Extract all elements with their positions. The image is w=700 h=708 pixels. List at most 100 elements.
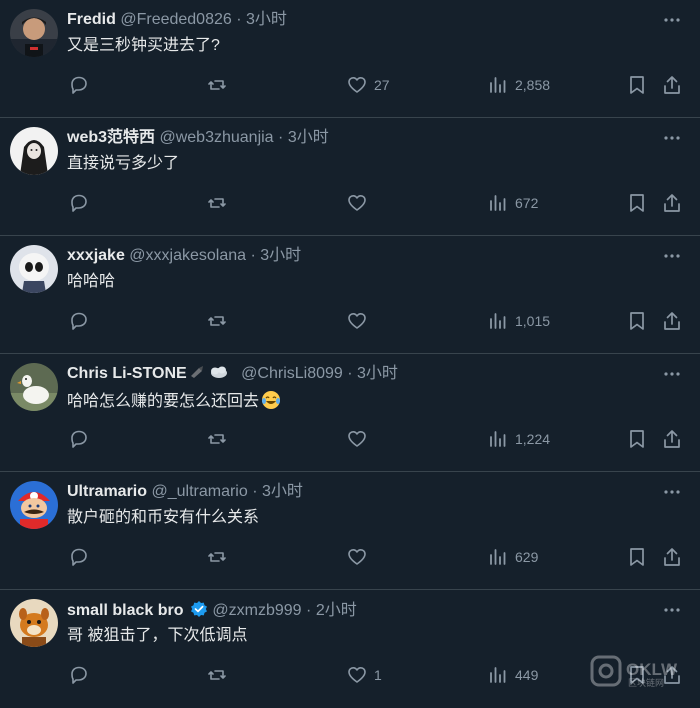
name-emoji-icons xyxy=(189,364,237,380)
reply-button[interactable] xyxy=(68,664,90,686)
views-button[interactable]: 629 xyxy=(487,546,538,568)
user-handle[interactable]: @_ultramario xyxy=(151,483,247,500)
user-handle[interactable]: @zxmzb999 xyxy=(212,602,301,619)
reply-icon xyxy=(71,312,87,330)
watermark-logo: OKLW 区块链网 xyxy=(590,653,698,689)
user-handle[interactable]: @ChrisLi8099 xyxy=(241,365,343,382)
like-button[interactable] xyxy=(346,192,374,214)
retweet-button[interactable] xyxy=(206,74,228,96)
like-button[interactable] xyxy=(346,310,374,332)
share-button[interactable] xyxy=(661,546,683,568)
display-name[interactable]: xxxjake xyxy=(67,247,125,264)
tweet[interactable]: Fredid @Freeded0826 · 3小时 又是三秒钟买进去了? 27 … xyxy=(0,0,700,118)
timestamp[interactable]: 3小时 xyxy=(288,129,329,146)
user-handle[interactable]: @web3zhuanjia xyxy=(159,129,273,146)
views-button[interactable]: 2,858 xyxy=(487,74,550,96)
retweet-button[interactable] xyxy=(206,192,228,214)
like-count: 1 xyxy=(374,667,382,683)
views-icon xyxy=(490,431,506,447)
separator-dot: · xyxy=(306,602,312,619)
tweet-text: 又是三秒钟买进去了? xyxy=(67,37,220,54)
view-count: 2,858 xyxy=(515,77,551,93)
separator-dot: · xyxy=(252,483,258,500)
share-button[interactable] xyxy=(661,74,683,96)
action-bar: 1,015 xyxy=(0,310,700,332)
bookmark-button[interactable] xyxy=(626,310,648,332)
like-icon xyxy=(348,195,366,211)
bookmark-button[interactable] xyxy=(626,74,648,96)
views-button[interactable]: 672 xyxy=(487,192,538,214)
display-name[interactable]: Chris Li-STONE xyxy=(67,365,187,382)
tweet-header: Fredid @Freeded0826 · 3小时 xyxy=(67,10,287,30)
bookmark-button[interactable] xyxy=(626,428,648,450)
user-handle[interactable]: @xxxjakesolana xyxy=(129,247,246,264)
bookmark-button[interactable] xyxy=(626,546,648,568)
tweet[interactable]: Chris Li-STONE @ChrisLi8099 · 3小时 哈哈怎么赚的… xyxy=(0,354,700,472)
view-count: 672 xyxy=(515,195,539,211)
action-bar: 27 2,858 xyxy=(0,74,700,96)
reply-icon xyxy=(71,430,87,448)
tweet-text: 哈哈哈 xyxy=(67,273,116,290)
avatar[interactable] xyxy=(10,127,58,175)
avatar[interactable] xyxy=(10,599,58,647)
user-handle[interactable]: @Freeded0826 xyxy=(120,11,231,28)
timestamp[interactable]: 3小时 xyxy=(246,11,287,28)
reply-button[interactable] xyxy=(68,310,90,332)
reply-icon xyxy=(71,548,87,566)
share-button[interactable] xyxy=(661,192,683,214)
retweet-button[interactable] xyxy=(206,664,228,686)
more-icon[interactable] xyxy=(662,364,682,384)
views-icon xyxy=(490,195,506,211)
display-name[interactable]: Ultramario xyxy=(67,483,147,500)
reply-button[interactable] xyxy=(68,546,90,568)
views-button[interactable]: 1,015 xyxy=(487,310,550,332)
retweet-button[interactable] xyxy=(206,310,228,332)
display-name[interactable]: Fredid xyxy=(67,11,116,28)
reply-button[interactable] xyxy=(68,428,90,450)
more-icon[interactable] xyxy=(662,10,682,30)
retweet-button[interactable] xyxy=(206,428,228,450)
bookmark-icon xyxy=(630,194,644,212)
share-icon xyxy=(664,548,680,566)
reply-button[interactable] xyxy=(68,192,90,214)
retweet-button[interactable] xyxy=(206,546,228,568)
views-button[interactable]: 449 xyxy=(487,664,538,686)
tweet-header: small black bro @zxmzb999 · 2小时 xyxy=(67,600,357,620)
like-button[interactable]: 27 xyxy=(346,74,390,96)
views-button[interactable]: 1,224 xyxy=(487,428,550,450)
more-icon[interactable] xyxy=(662,600,682,620)
tweet[interactable]: web3范特西 @web3zhuanjia · 3小时 直接说亏多少了 672 xyxy=(0,118,700,236)
like-icon xyxy=(348,77,366,93)
tweet[interactable]: xxxjake @xxxjakesolana · 3小时 哈哈哈 1,015 xyxy=(0,236,700,354)
share-button[interactable] xyxy=(661,428,683,450)
like-button[interactable] xyxy=(346,428,374,450)
timestamp[interactable]: 2小时 xyxy=(316,602,357,619)
avatar[interactable] xyxy=(10,9,58,57)
timestamp[interactable]: 3小时 xyxy=(260,247,301,264)
view-count: 629 xyxy=(515,549,539,565)
like-button[interactable] xyxy=(346,546,374,568)
bookmark-button[interactable] xyxy=(626,192,648,214)
timestamp[interactable]: 3小时 xyxy=(262,483,303,500)
tweet[interactable]: Ultramario @_ultramario · 3小时 散户砸的和币安有什么… xyxy=(0,472,700,590)
more-icon[interactable] xyxy=(662,128,682,148)
view-count: 1,224 xyxy=(515,431,551,447)
reply-button[interactable] xyxy=(68,74,90,96)
tweet-feed: Fredid @Freeded0826 · 3小时 又是三秒钟买进去了? 27 … xyxy=(0,0,700,691)
avatar[interactable] xyxy=(10,245,58,293)
share-button[interactable] xyxy=(661,310,683,332)
avatar[interactable] xyxy=(10,481,58,529)
share-icon xyxy=(664,194,680,212)
timestamp[interactable]: 3小时 xyxy=(357,365,398,382)
like-icon xyxy=(348,549,366,565)
more-icon[interactable] xyxy=(662,482,682,502)
like-button[interactable]: 1 xyxy=(346,664,382,686)
retweet-icon xyxy=(208,316,226,326)
display-name[interactable]: small black bro xyxy=(67,602,184,619)
tweet-header: xxxjake @xxxjakesolana · 3小时 xyxy=(67,246,301,266)
views-icon xyxy=(490,667,506,683)
tweet[interactable]: small black bro @zxmzb999 · 2小时 哥 被狙击了，下… xyxy=(0,590,700,708)
more-icon[interactable] xyxy=(662,246,682,266)
display-name[interactable]: web3范特西 xyxy=(67,129,155,146)
avatar[interactable] xyxy=(10,363,58,411)
